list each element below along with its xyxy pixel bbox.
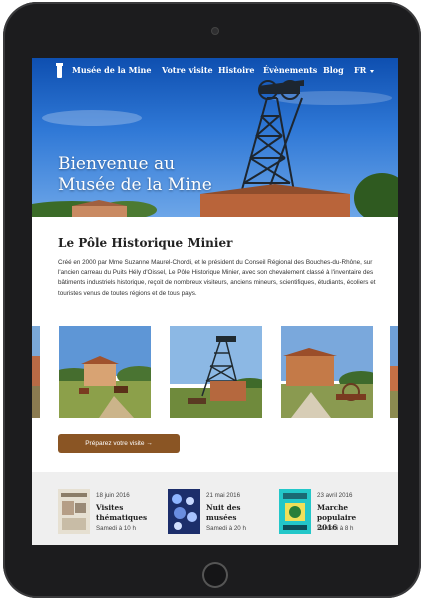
hero-title-line1: Bienvenue au bbox=[58, 154, 176, 174]
hero-title-line2: Musée de la Mine bbox=[58, 175, 212, 195]
section-title: Le Pôle Historique Minier bbox=[58, 236, 233, 250]
gallery-photo[interactable] bbox=[390, 326, 398, 418]
event-card[interactable]: 23 avril 2016 Marche populaire 2016 Same… bbox=[279, 489, 389, 539]
caret-down-icon bbox=[370, 69, 375, 73]
intro-paragraph: Créé en 2000 par Mme Suzanne Maurel-Chor… bbox=[58, 259, 376, 297]
event-card[interactable]: 18 juin 2016 Visites thématiques Samedi … bbox=[58, 489, 158, 539]
hero-title: Bienvenue au Musée de la Mine bbox=[58, 154, 258, 196]
event-date: 23 avril 2016 bbox=[317, 492, 353, 499]
camera bbox=[212, 28, 218, 34]
browser-screen: Musée de la Mine Votre visite Histoire É… bbox=[32, 58, 398, 545]
gallery-photo[interactable] bbox=[32, 326, 40, 418]
gallery-photo[interactable] bbox=[281, 326, 373, 418]
tablet-frame: Musée de la Mine Votre visite Histoire É… bbox=[3, 2, 421, 598]
event-time: Samedi à 8 h bbox=[317, 525, 354, 532]
nav-item-evenements[interactable]: Évènements bbox=[263, 65, 317, 75]
event-poster bbox=[58, 489, 90, 534]
gallery-photo[interactable] bbox=[59, 326, 151, 418]
nav-item-votre-visite[interactable]: Votre visite bbox=[162, 65, 213, 75]
prepare-visit-button[interactable]: Préparez votre visite → bbox=[58, 434, 180, 453]
language-selector[interactable]: FR bbox=[354, 65, 375, 75]
photo-gallery[interactable] bbox=[32, 326, 398, 418]
event-date: 18 juin 2016 bbox=[96, 492, 130, 499]
home-button[interactable] bbox=[202, 562, 228, 588]
nav-item-histoire[interactable]: Histoire bbox=[218, 65, 254, 75]
brand-link[interactable]: Musée de la Mine bbox=[72, 65, 151, 75]
event-title[interactable]: Nuit des musées bbox=[206, 503, 266, 523]
nav-item-blog[interactable]: Blog bbox=[323, 65, 344, 75]
gallery-photo[interactable] bbox=[170, 326, 262, 418]
hero-banner: Musée de la Mine Votre visite Histoire É… bbox=[32, 58, 398, 217]
language-label: FR bbox=[354, 65, 367, 75]
event-poster bbox=[279, 489, 311, 534]
event-time: Samedi à 10 h bbox=[96, 525, 136, 532]
events-strip: 18 juin 2016 Visites thématiques Samedi … bbox=[32, 472, 398, 545]
logo-icon[interactable] bbox=[56, 63, 63, 78]
event-title[interactable]: Visites thématiques bbox=[96, 503, 156, 523]
event-poster bbox=[168, 489, 200, 534]
event-time: Samedi à 20 h bbox=[206, 525, 246, 532]
event-date: 21 mai 2016 bbox=[206, 492, 241, 499]
event-card[interactable]: 21 mai 2016 Nuit des musées Samedi à 20 … bbox=[168, 489, 268, 539]
